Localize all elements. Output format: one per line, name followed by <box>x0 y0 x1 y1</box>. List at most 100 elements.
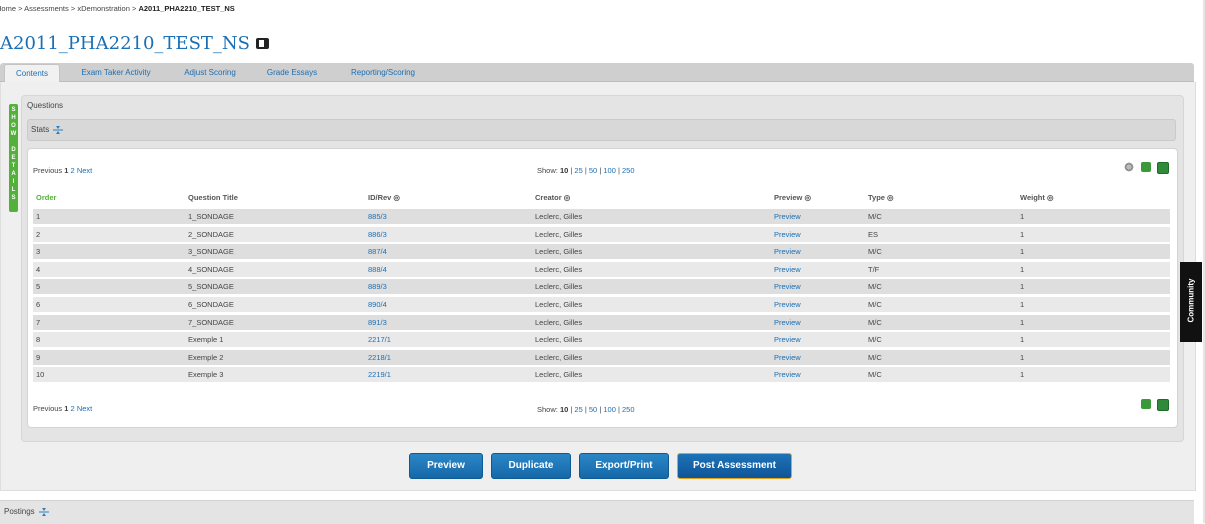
row-weight: 1 <box>1020 370 1025 380</box>
row-id-rev[interactable]: 891/3 <box>368 315 387 330</box>
show-option-100[interactable]: 100 <box>603 405 616 414</box>
duplicate-button[interactable]: Duplicate <box>491 453 571 479</box>
row-type: M/C <box>868 317 882 327</box>
tab-exam-taker-activity[interactable]: Exam Taker Activity <box>66 64 166 81</box>
row-preview-link[interactable]: Preview <box>774 332 801 347</box>
preview-button[interactable]: Preview <box>409 453 483 479</box>
row-preview-link[interactable]: Preview <box>774 244 801 259</box>
row-type: M/C <box>868 300 882 309</box>
row-creator: Leclerc, Gilles <box>535 352 583 362</box>
row-question-title: 4_SONDAGE <box>188 264 234 274</box>
breadcrumb: Home > Assessments > xDemonstration > A2… <box>0 4 235 13</box>
questions-heading: Questions <box>27 101 64 110</box>
row-weight: 1 <box>1020 264 1025 274</box>
export-spreadsheet-icon[interactable] <box>1141 399 1151 409</box>
show-option-250[interactable]: 250 <box>622 166 635 175</box>
tab-reporting-scoring[interactable]: Reporting/Scoring <box>338 64 428 81</box>
row-preview-link[interactable]: Preview <box>774 227 801 242</box>
breadcrumb-home[interactable]: Home <box>0 4 16 13</box>
show-option-100[interactable]: 100 <box>603 166 616 175</box>
row-question-title: 7_SONDAGE <box>188 317 234 327</box>
show-option-25[interactable]: 25 <box>574 166 582 175</box>
row-order: 2 <box>36 229 41 239</box>
community-tab[interactable]: Community <box>1180 262 1202 342</box>
table-row: 2 2_SONDAGE 886/3 Leclerc, Gilles Preview ES 1 <box>33 226 1170 244</box>
row-question-title: Exemple 1 <box>188 335 224 345</box>
tab-contents[interactable]: Contents <box>4 64 60 82</box>
pager-next[interactable]: Next <box>77 166 92 175</box>
row-question-title: Exemple 2 <box>188 352 224 362</box>
show-label: Show: <box>537 166 558 175</box>
row-creator: Leclerc, Gilles <box>535 229 583 239</box>
settings-gear-icon[interactable] <box>1124 162 1134 172</box>
table-row: 6 6_SONDAGE 890/4 Leclerc, Gilles Preview M/C… <box>33 297 1170 314</box>
row-creator: Leclerc, Gilles <box>535 247 583 257</box>
row-weight: 1 <box>1020 282 1025 292</box>
post-assessment-button[interactable]: Post Assessment <box>677 453 792 479</box>
excel-icon[interactable] <box>1157 399 1169 411</box>
preview-icon[interactable] <box>256 38 269 49</box>
row-preview-link[interactable]: Preview <box>774 315 801 330</box>
breadcrumb-demo[interactable]: xDemonstration <box>77 4 130 13</box>
row-preview-link[interactable]: Preview <box>774 279 801 294</box>
export-print-button[interactable]: Export/Print <box>579 453 669 479</box>
row-id-rev[interactable]: 887/4 <box>368 244 387 259</box>
row-id-rev[interactable]: 885/3 <box>368 209 387 224</box>
col-id-rev[interactable]: ID/Rev ◎ <box>368 193 400 202</box>
expand-icon[interactable] <box>53 125 64 134</box>
stats-bar[interactable]: Stats <box>27 119 1176 141</box>
pager-next[interactable]: Next <box>77 404 92 413</box>
row-id-rev[interactable]: 890/4 <box>368 297 387 312</box>
row-id-rev[interactable]: 2217/1 <box>368 332 391 347</box>
show-option-50[interactable]: 50 <box>589 405 597 414</box>
pager-page-2[interactable]: 2 <box>71 404 75 413</box>
expand-icon[interactable] <box>38 507 49 516</box>
breadcrumb-assessments[interactable]: Assessments <box>24 4 69 13</box>
row-preview-link[interactable]: Preview <box>774 367 801 382</box>
page-title: A2011_PHA2210_TEST_NS <box>0 33 250 54</box>
show-current: 10 <box>559 166 569 175</box>
pager-page-2[interactable]: 2 <box>71 166 75 175</box>
postings-label: Postings <box>4 507 35 516</box>
table-row: 3 3_SONDAGE 887/4 Leclerc, Gilles Preview M/C… <box>33 244 1170 262</box>
row-preview-link[interactable]: Preview <box>774 297 801 312</box>
show-option-50[interactable]: 50 <box>589 166 597 175</box>
row-id-rev[interactable]: 889/3 <box>368 279 387 294</box>
postings-bar[interactable]: Postings <box>0 500 1194 524</box>
row-type: M/C <box>868 352 882 362</box>
tab-grade-essays[interactable]: Grade Essays <box>258 64 326 81</box>
col-creator-label: Creator <box>535 193 562 202</box>
table-row: 9 Exemple 2 2218/1 Leclerc, Gilles Preview M/… <box>33 349 1170 367</box>
pager-previous: Previous <box>33 166 63 175</box>
row-id-rev[interactable]: 886/3 <box>368 227 387 242</box>
row-preview-link[interactable]: Preview <box>774 209 801 224</box>
pager-page-1: 1 <box>64 404 69 413</box>
row-creator: Leclerc, Gilles <box>535 335 583 345</box>
excel-icon[interactable] <box>1157 162 1169 174</box>
export-spreadsheet-icon[interactable] <box>1141 162 1151 172</box>
breadcrumb-separator: > <box>70 4 76 13</box>
table-row: 5 5_SONDAGE 889/3 Leclerc, Gilles Preview M/C… <box>33 279 1170 297</box>
show-details-toggle[interactable]: SHOWDETAILS <box>9 104 18 212</box>
col-type[interactable]: Type ◎ <box>868 193 894 202</box>
row-id-rev[interactable]: 888/4 <box>368 262 387 277</box>
page-title-row: A2011_PHA2210_TEST_NS <box>0 33 269 54</box>
row-preview-link[interactable]: Preview <box>774 262 801 277</box>
col-weight[interactable]: Weight ◎ <box>1020 193 1054 202</box>
tab-adjust-scoring[interactable]: Adjust Scoring <box>174 64 246 81</box>
row-weight: 1 <box>1020 317 1025 327</box>
breadcrumb-current: A2011_PHA2210_TEST_NS <box>138 4 235 13</box>
col-order[interactable]: Order <box>36 193 56 202</box>
show-option-25[interactable]: 25 <box>574 405 582 414</box>
show-option-250[interactable]: 250 <box>622 405 635 414</box>
col-type-label: Type <box>868 193 885 202</box>
row-preview-link[interactable]: Preview <box>774 350 801 365</box>
col-creator[interactable]: Creator ◎ <box>535 193 570 202</box>
col-preview[interactable]: Preview ◎ <box>774 193 811 202</box>
row-id-rev[interactable]: 2219/1 <box>368 367 391 382</box>
row-type: M/C <box>868 282 882 292</box>
row-creator: Leclerc, Gilles <box>535 264 583 274</box>
breadcrumb-separator: > <box>18 4 23 13</box>
row-id-rev[interactable]: 2218/1 <box>368 350 391 365</box>
row-question-title: 1_SONDAGE <box>188 212 234 221</box>
